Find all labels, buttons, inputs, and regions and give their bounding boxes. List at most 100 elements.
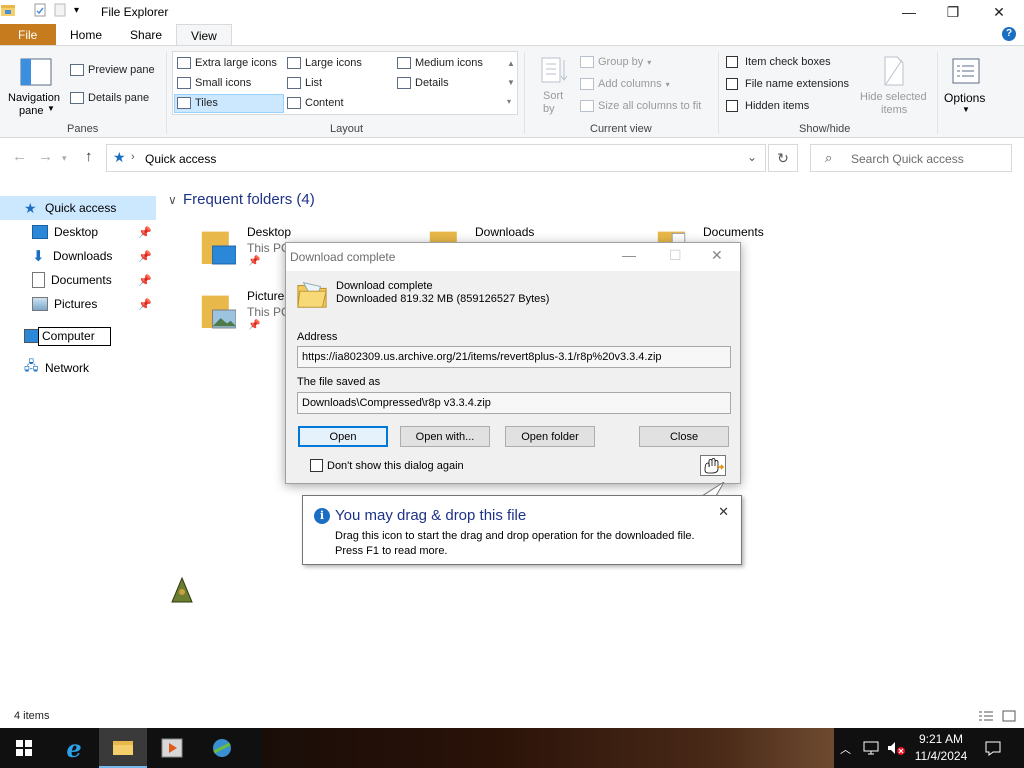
- medium-icons-label: Medium icons: [415, 57, 483, 69]
- start-button[interactable]: [0, 728, 48, 768]
- dialog-close-button[interactable]: ✕: [711, 247, 723, 264]
- size-all-columns-button[interactable]: Size all columns to fit: [580, 100, 701, 112]
- breadcrumb[interactable]: Quick access: [145, 152, 216, 166]
- sidebar-item-downloads[interactable]: ⬇ Downloads 📌: [0, 244, 156, 268]
- address-bar[interactable]: ★ › Quick access ⌄: [106, 144, 766, 172]
- sidebar-item-computer[interactable]: Computer: [0, 324, 156, 348]
- sort-by-button[interactable]: Sort by: [537, 56, 573, 118]
- rename-input[interactable]: Computer: [38, 326, 111, 346]
- dialog-maximize-button[interactable]: ☐: [669, 247, 682, 264]
- media-player-taskbar-button[interactable]: [148, 728, 196, 768]
- extra-large-icons-button[interactable]: Extra large icons: [177, 57, 277, 69]
- small-icons-button[interactable]: Small icons: [177, 77, 251, 89]
- large-icons-view-icon[interactable]: [1002, 710, 1016, 722]
- options-label: Options: [944, 91, 986, 105]
- list-button[interactable]: List: [287, 77, 322, 89]
- sidebar-item-desktop[interactable]: Desktop 📌: [0, 220, 156, 244]
- show-hide-group-label: Show/hide: [799, 123, 851, 135]
- details-button[interactable]: Details: [397, 77, 449, 89]
- navigation-pane-icon: [20, 58, 52, 86]
- tooltip-close-icon[interactable]: ✕: [718, 504, 729, 520]
- hidden-items-toggle[interactable]: Hidden items: [726, 100, 809, 112]
- file-explorer-taskbar-button[interactable]: [99, 728, 147, 768]
- close-dialog-button[interactable]: Close: [639, 426, 729, 447]
- network-tray-icon[interactable]: [862, 740, 880, 756]
- tab-home[interactable]: Home: [56, 24, 116, 46]
- maximize-button[interactable]: ❐: [930, 0, 976, 24]
- open-button[interactable]: Open: [298, 426, 388, 447]
- options-button[interactable]: Options ▼: [943, 56, 989, 118]
- open-folder-button[interactable]: Open folder: [505, 426, 595, 447]
- close-button[interactable]: ✕: [976, 0, 1022, 24]
- network-globe-taskbar-button[interactable]: [198, 728, 246, 768]
- new-folder-icon[interactable]: [52, 2, 68, 18]
- address-field[interactable]: https://ia802309.us.archive.org/21/items…: [297, 346, 731, 368]
- refresh-button[interactable]: ↻: [768, 144, 798, 172]
- system-clock[interactable]: 9:21 AM 11/4/2024: [906, 731, 976, 765]
- show-hidden-icons[interactable]: ︿: [840, 741, 851, 757]
- group-by-label: Group by: [598, 56, 644, 68]
- frequent-folders-header[interactable]: ∨ Frequent folders (4): [168, 191, 315, 208]
- preview-pane-button[interactable]: Preview pane: [70, 64, 155, 76]
- content-button[interactable]: Content: [287, 97, 344, 109]
- dialog-minimize-button[interactable]: —: [622, 247, 636, 263]
- medium-icons-button[interactable]: Medium icons: [397, 57, 483, 69]
- desktop-icon: [32, 225, 48, 239]
- help-icon[interactable]: ?: [1002, 27, 1016, 41]
- drag-drop-handle[interactable]: [700, 455, 726, 476]
- properties-icon[interactable]: [32, 2, 48, 18]
- search-placeholder: Search Quick access: [851, 152, 964, 166]
- tab-file[interactable]: File: [0, 24, 56, 46]
- recent-locations-icon[interactable]: ▾: [62, 153, 67, 164]
- pin-icon[interactable]: 📌: [138, 226, 152, 239]
- back-arrow-icon[interactable]: ←: [12, 148, 27, 165]
- qat-dropdown-icon[interactable]: ▾: [74, 5, 79, 16]
- notifications-icon[interactable]: [984, 740, 1002, 756]
- volume-muted-icon[interactable]: [886, 740, 906, 756]
- tab-share[interactable]: Share: [116, 24, 176, 46]
- sidebar-item-documents[interactable]: Documents 📌: [0, 268, 156, 292]
- saved-as-field[interactable]: Downloads\Compressed\r8p v3.3.4.zip: [297, 392, 731, 414]
- pin-icon[interactable]: 📌: [138, 250, 152, 263]
- item-check-boxes-toggle[interactable]: Item check boxes: [726, 56, 831, 68]
- file-name-extensions-toggle[interactable]: File name extensions: [726, 78, 849, 90]
- hidden-items-checkbox[interactable]: [726, 100, 738, 112]
- sidebar-item-label: Network: [45, 361, 90, 375]
- up-arrow-icon[interactable]: ↑: [85, 148, 93, 165]
- minimize-button[interactable]: —: [886, 0, 932, 24]
- size-columns-icon: [580, 100, 594, 112]
- dont-show-again-checkbox[interactable]: [310, 459, 323, 472]
- search-icon: ⌕: [825, 150, 833, 165]
- options-icon: [952, 58, 980, 84]
- tab-view[interactable]: View: [176, 24, 232, 46]
- details-view-icon[interactable]: [978, 710, 994, 722]
- sidebar-item-pictures[interactable]: Pictures 📌: [0, 292, 156, 316]
- add-columns-label: Add columns: [598, 78, 662, 90]
- navigation-pane-button[interactable]: Navigation pane ▼: [6, 56, 64, 118]
- layout-scroll[interactable]: ▲ ▼ ▾: [507, 54, 515, 111]
- internet-explorer-taskbar-button[interactable]: e: [50, 728, 98, 768]
- dont-show-again-option[interactable]: Don't show this dialog again: [310, 459, 464, 472]
- pin-icon[interactable]: 📌: [138, 298, 152, 311]
- hide-selected-items-button[interactable]: Hide selected items: [856, 56, 932, 118]
- address-dropdown-icon[interactable]: ⌄: [747, 150, 757, 164]
- search-input[interactable]: ⌕ Search Quick access: [810, 144, 1012, 172]
- download-complete-dialog: Download complete — ☐ ✕ Download complet…: [285, 242, 741, 484]
- tiles-button[interactable]: Tiles: [177, 97, 218, 109]
- pin-icon[interactable]: 📌: [138, 274, 152, 287]
- chevron-down-icon: ▾: [647, 57, 652, 67]
- open-with-button[interactable]: Open with...: [400, 426, 490, 447]
- ribbon-separator: [937, 52, 938, 134]
- group-by-button[interactable]: Group by ▾: [580, 56, 651, 68]
- details-pane-button[interactable]: Details pane: [70, 92, 149, 104]
- content-label: Content: [305, 97, 344, 109]
- sidebar-item-quick-access[interactable]: ★ Quick access: [0, 196, 156, 220]
- file-name-extensions-checkbox[interactable]: [726, 78, 738, 90]
- forward-arrow-icon[interactable]: →: [38, 148, 53, 165]
- ribbon-separator: [524, 52, 525, 134]
- large-icons-button[interactable]: Large icons: [287, 57, 362, 69]
- item-check-boxes-checkbox[interactable]: [726, 56, 738, 68]
- sidebar-item-network[interactable]: 🖧 Network: [0, 356, 156, 380]
- add-columns-button[interactable]: Add columns ▾: [580, 78, 670, 90]
- sort-by-label: Sort: [543, 90, 564, 102]
